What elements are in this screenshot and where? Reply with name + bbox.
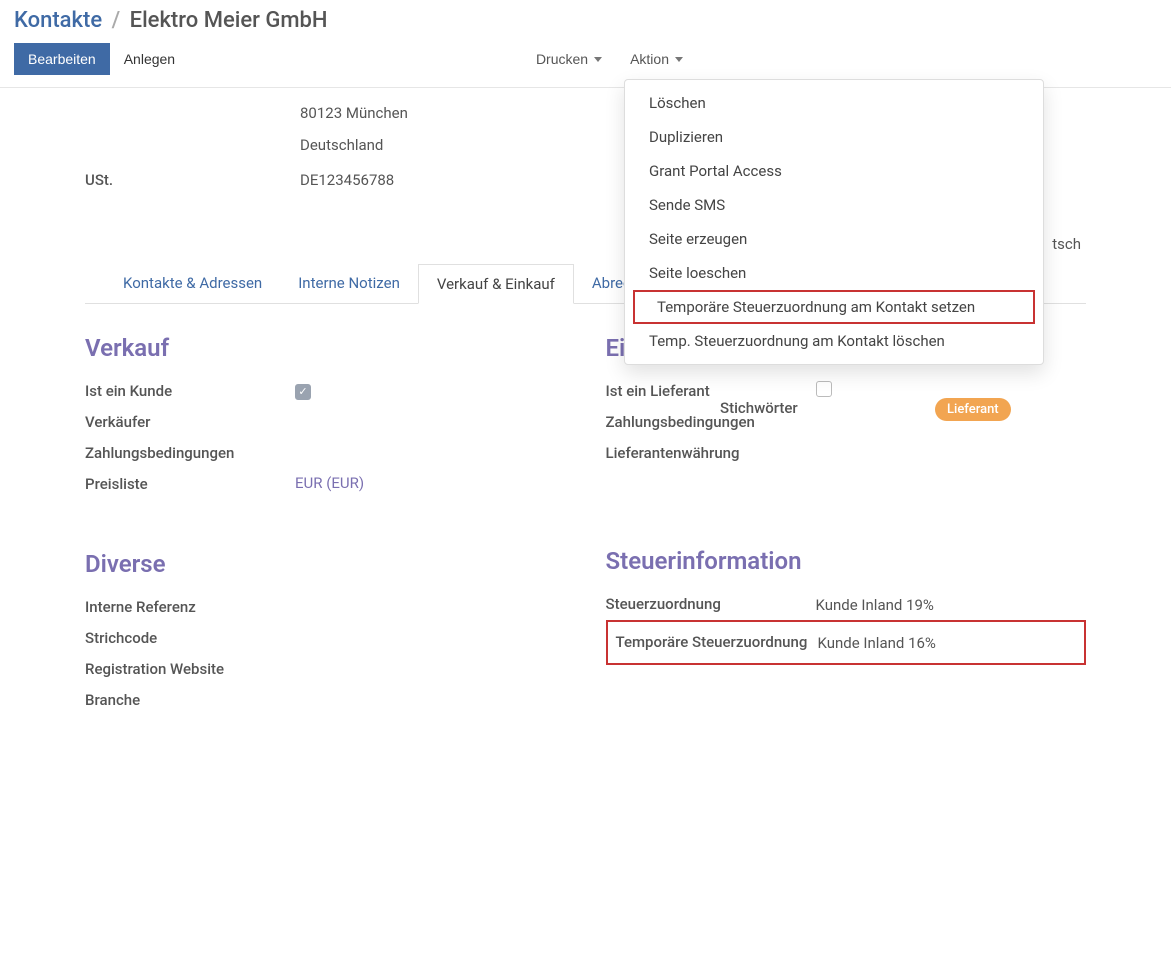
- tab-sales-purchase[interactable]: Verkauf & Einkauf: [418, 264, 574, 304]
- caret-down-icon: [594, 57, 602, 62]
- breadcrumb-parent-link[interactable]: Kontakte: [14, 8, 102, 33]
- toolbar: Bearbeiten Anlegen Drucken Aktion Lösche…: [0, 39, 1171, 88]
- section-steuer-title: Steuerinformation: [606, 547, 1087, 575]
- label-temp-tax-mapping: Temporäre Steuerzuordnung: [616, 632, 818, 653]
- value-tax-mapping: Kunde Inland 19%: [816, 596, 1087, 614]
- side-label-stichwoerter: Stichwörter: [720, 395, 798, 422]
- label-barcode: Strichcode: [85, 628, 295, 649]
- action-item-delete-temp-tax[interactable]: Temp. Steuerzuordnung am Kontakt löschen: [625, 324, 1043, 358]
- checkbox-is-supplier[interactable]: [816, 381, 832, 397]
- action-item-portal-access[interactable]: Grant Portal Access: [625, 154, 1043, 188]
- create-button[interactable]: Anlegen: [110, 43, 189, 75]
- label-supplier-currency: Lieferantenwährung: [606, 443, 816, 464]
- action-dropdown[interactable]: Aktion: [616, 43, 697, 75]
- action-item-duplicate[interactable]: Duplizieren: [625, 120, 1043, 154]
- breadcrumb-separator: /: [112, 8, 121, 33]
- tag-lieferant[interactable]: Lieferant: [935, 398, 1011, 421]
- label-pricelist: Preisliste: [85, 474, 295, 495]
- ust-label: USt.: [85, 171, 300, 189]
- tab-internal-notes[interactable]: Interne Notizen: [280, 264, 418, 304]
- breadcrumb-current: Elektro Meier GmbH: [130, 8, 328, 33]
- edit-button[interactable]: Bearbeiten: [14, 43, 110, 75]
- ust-value: DE123456788: [300, 171, 394, 189]
- breadcrumb: Kontakte / Elektro Meier GmbH: [0, 0, 1171, 39]
- label-tax-mapping: Steuerzuordnung: [606, 594, 816, 615]
- language-peek: tsch: [1052, 235, 1081, 253]
- action-item-create-page[interactable]: Seite erzeugen: [625, 222, 1043, 256]
- label-reg-website: Registration Website: [85, 659, 295, 680]
- label-is-customer: Ist ein Kunde: [85, 381, 295, 402]
- action-item-delete[interactable]: Löschen: [625, 86, 1043, 120]
- action-item-set-temp-tax[interactable]: Temporäre Steuerzuordnung am Kontakt set…: [633, 290, 1035, 324]
- action-label: Aktion: [630, 51, 669, 67]
- section-verkauf-title: Verkauf: [85, 334, 566, 362]
- value-pricelist[interactable]: EUR (EUR): [295, 474, 566, 492]
- label-payment-terms-sale: Zahlungsbedingungen: [85, 443, 295, 464]
- tab-contacts-addresses[interactable]: Kontakte & Adressen: [105, 264, 280, 304]
- label-salesperson: Verkäufer: [85, 412, 295, 433]
- check-icon: ✓: [298, 385, 307, 398]
- print-dropdown[interactable]: Drucken: [522, 43, 616, 75]
- value-temp-tax-mapping: Kunde Inland 16%: [818, 634, 1077, 652]
- label-industry: Branche: [85, 690, 295, 711]
- action-dropdown-menu: Löschen Duplizieren Grant Portal Access …: [624, 79, 1044, 365]
- section-diverse-title: Diverse: [85, 550, 566, 578]
- caret-down-icon: [675, 57, 683, 62]
- checkbox-is-customer[interactable]: ✓: [295, 384, 311, 400]
- action-item-send-sms[interactable]: Sende SMS: [625, 188, 1043, 222]
- highlight-temp-tax: Temporäre Steuerzuordnung Kunde Inland 1…: [606, 620, 1087, 665]
- action-item-delete-page[interactable]: Seite loeschen: [625, 256, 1043, 290]
- print-label: Drucken: [536, 51, 588, 67]
- label-internal-ref: Interne Referenz: [85, 597, 295, 618]
